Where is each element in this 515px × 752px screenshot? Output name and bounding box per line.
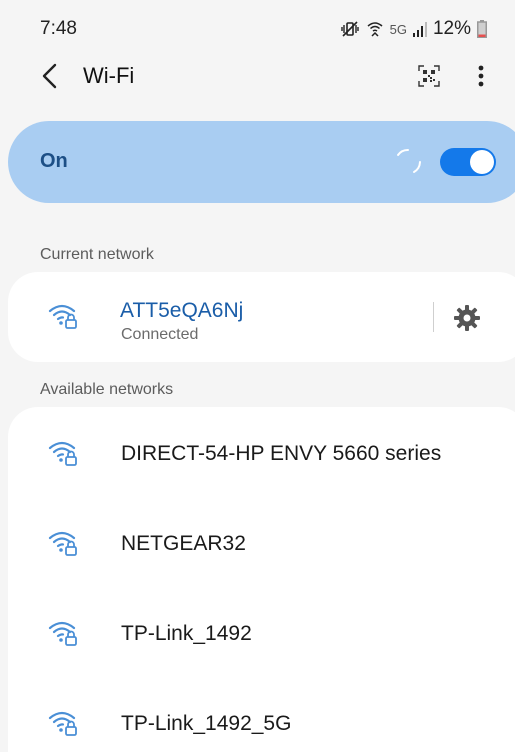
app-header: Wi-Fi — [0, 52, 515, 100]
network-name: TP-Link_1492 — [121, 622, 252, 645]
available-networks-heading: Available networks — [40, 381, 174, 398]
network-row[interactable]: NETGEAR32 — [8, 511, 515, 575]
current-network-heading: Current network — [40, 246, 154, 263]
signal-strength-icon — [412, 21, 427, 37]
secured-wifi-icon — [48, 439, 78, 467]
scanning-spinner-icon — [392, 146, 424, 183]
back-arrow-icon[interactable] — [34, 61, 64, 91]
network-type-label: 5G — [389, 21, 407, 37]
more-options-icon[interactable] — [469, 60, 493, 92]
status-indicators: 5G 12% — [340, 18, 487, 40]
wifi-toggle-row[interactable]: On — [8, 121, 515, 203]
qr-code-scan-icon[interactable] — [415, 62, 443, 90]
network-row[interactable]: TP-Link_1492 — [8, 601, 515, 665]
secured-wifi-icon — [48, 709, 78, 737]
status-time: 7:48 — [40, 18, 77, 39]
current-network-card[interactable]: ATT5eQA6Nj Connected — [8, 272, 515, 362]
wifi-switch[interactable] — [440, 148, 496, 176]
available-networks-list: DIRECT-54-HP ENVY 5660 series NETGEAR32 — [8, 407, 515, 752]
vertical-divider — [433, 302, 434, 332]
network-name: NETGEAR32 — [121, 532, 246, 555]
secured-wifi-icon — [48, 529, 78, 557]
secured-wifi-icon — [48, 302, 78, 330]
status-bar: 7:48 5G 12% — [0, 0, 515, 52]
wifi-calling-icon — [366, 20, 384, 38]
battery-icon — [477, 20, 487, 38]
page-title: Wi-Fi — [83, 63, 135, 88]
mute-vibrate-icon — [340, 20, 360, 38]
network-settings-gear-icon[interactable] — [454, 305, 480, 331]
wifi-settings-screen: 7:48 5G 12% Wi-Fi On Current network ATT… — [0, 0, 515, 752]
network-row[interactable]: TP-Link_1492_5G — [8, 691, 515, 752]
current-network-status: Connected — [121, 326, 199, 343]
network-name: TP-Link_1492_5G — [121, 712, 292, 735]
network-name: DIRECT-54-HP ENVY 5660 series — [121, 442, 442, 465]
secured-wifi-icon — [48, 619, 78, 647]
wifi-toggle-label: On — [40, 150, 68, 172]
switch-knob — [470, 150, 494, 174]
battery-percent: 12% — [432, 18, 471, 39]
current-network-name: ATT5eQA6Nj — [120, 299, 244, 322]
network-row[interactable]: DIRECT-54-HP ENVY 5660 series — [8, 421, 515, 485]
